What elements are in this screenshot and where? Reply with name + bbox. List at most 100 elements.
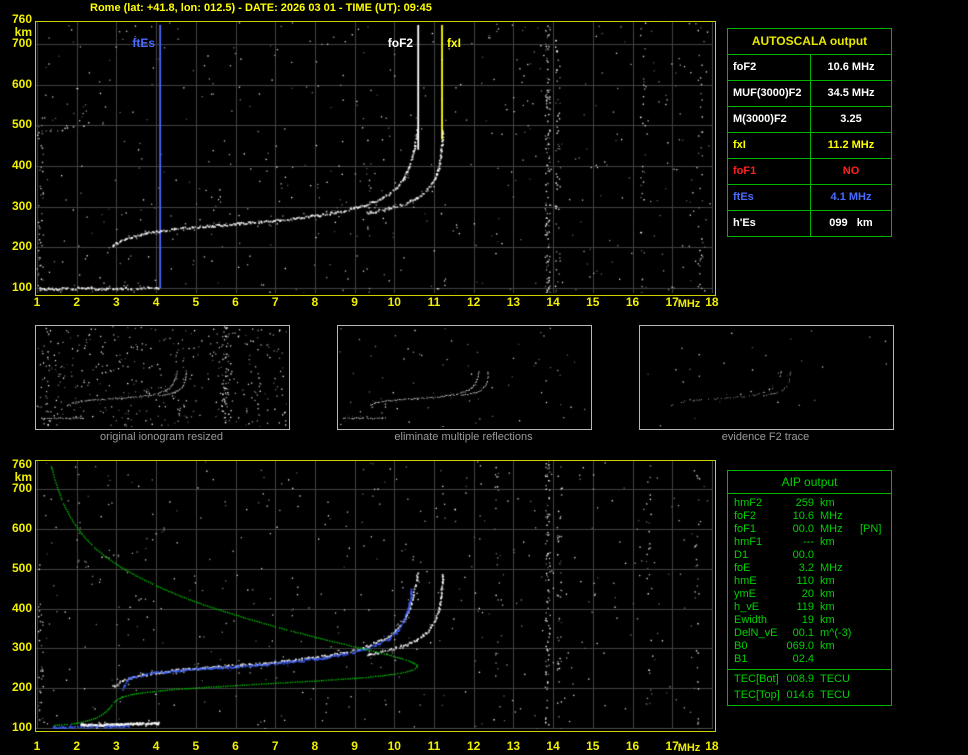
aip-row-B1: B1 02.4 [728,653,891,666]
autoscala-param-name: fxI [728,133,811,158]
x-tick-label-top: 18 [705,295,719,309]
aip-param-unit: TECU [820,673,850,685]
aip-param-note [860,562,891,575]
aip-param-name: TEC[Bot] [734,673,779,685]
autoscala-param-value: NO [842,165,860,177]
aip-param-unit: km [820,614,835,626]
aip-param-unit: km [820,640,835,652]
x-tick-label-bottom: 10 [387,739,401,753]
y-tick-label-top: 200 [11,239,32,254]
aip-param-name: hmF1 [734,536,763,548]
x-tick-label-bottom: 2 [73,739,81,753]
x-tick-label-top: 3 [113,295,120,309]
aip-param-unit: km [820,588,835,600]
thumbnail-original-ionogram [35,325,290,430]
aip-param-value: 20 [801,588,814,600]
ionogram-top-canvas [36,22,713,293]
autoscala-output-table: AUTOSCALA output foF2 10.6 MHz MUF(3000)F2… [727,28,892,237]
autoscala-param-name: M(3000)F2 [728,107,811,132]
x-tick-label-bottom: 12 [467,739,481,753]
aip-param-note [860,614,891,627]
y-tick-label-bottom: 400 [11,600,32,615]
aip-param-name: foF1 [734,523,757,535]
x-tick-label-top: 12 [467,295,481,309]
marker-label-foF2: foF2 [387,36,414,50]
ionogram-plot-top: ftEs foF2 fxI [35,21,716,296]
aip-param-unit: km [820,601,835,613]
autoscala-param-value: 099 km [829,217,873,229]
x-tick-label-bottom: 16 [625,739,640,753]
aip-output-table: AIP output hmF2 259 km foF2 10.6 MHz foF1 00.0 M… [727,470,892,706]
y-tick-label-bottom: 500 [11,560,32,575]
x-tick-label-top: 14 [546,295,560,309]
aip-row-h_vE: h_vE 119 km [728,601,891,614]
x-tick-label-top: 16 [625,295,640,309]
aip-param-value: 008.9 [786,673,814,685]
y-tick-label-top: 100 [11,280,32,294]
aip-param-name: DelN_vE [734,627,778,639]
aip-param-unit: m^(-3) [820,627,852,639]
y-tick-label-top: 600 [11,76,32,91]
autoscala-row-foF2: foF2 10.6 MHz [728,55,891,81]
aip-param-value: 19 [801,614,814,626]
thumbnail-cleaned-canvas [338,326,589,427]
aip-param-unit: MHz [820,510,843,522]
y-tick-label-top: 300 [11,198,32,213]
x-tick-label-bottom: 7 [271,739,279,753]
aip-row-foF1: foF1 00.0 MHz [PN] [728,523,891,536]
aip-param-name: Ewidth [734,614,768,626]
x-tick-label-bottom: 8 [311,739,319,753]
x-tick-label-top: 9 [351,295,358,309]
aip-output-title: AIP output [728,471,891,494]
x-tick-label-top: 6 [232,295,239,309]
x-axis-unit-bottom: MHz [677,742,701,754]
station-date-header: Rome (lat: +41.8, lon: 012.5) - DATE: 20… [90,2,432,14]
aip-param-name: B0 [734,640,748,652]
marker-label-fxI: fxI [446,36,461,50]
aip-param-value: 119 [796,601,814,613]
aip-param-note [860,536,891,549]
aip-param-note: [PN] [860,523,882,535]
aip-param-name: h_vE [734,601,760,613]
autoscala-param-value: 11.2 MHz [827,139,875,151]
aip-param-note [860,575,891,588]
aip-param-note [860,601,891,614]
autoscala-window: Rome (lat: +41.8, lon: 012.5) - DATE: 20… [0,0,968,755]
aip-row-TEC[Bot]: TEC[Bot] 008.9 TECU [728,669,891,689]
aip-param-value: 259 [795,497,814,509]
thumbnail-f2-trace-evidence [639,325,894,430]
x-tick-label-top: 2 [73,295,81,309]
aip-param-value: 110 [796,575,814,587]
y-tick-label-bottom: 100 [11,720,32,734]
y-axis-unit-top: km [14,24,32,39]
autoscala-param-value: 4.1 MHz [830,191,872,203]
thumbnail-caption-f2: evidence F2 trace [721,431,810,443]
x-axis-unit-top: MHz [677,298,701,310]
x-tick-label-top: 10 [387,295,401,309]
aip-param-unit: MHz [820,523,843,535]
aip-row-foE: foE 3.2 MHz [728,562,891,575]
autoscala-param-value: 3.25 [840,113,862,125]
y-tick-label-bottom: 200 [11,680,32,695]
aip-param-unit: km [820,536,835,548]
autoscala-param-name: h'Es [728,211,811,236]
autoscala-row-MUF(3000)F2: MUF(3000)F2 34.5 MHz [728,81,891,107]
aip-param-note [860,673,891,689]
aip-param-value: 00.0 [792,523,814,535]
aip-row-ymE: ymE 20 km [728,588,891,601]
y-tick-label-bottom: 300 [11,640,32,655]
thumbnail-original-canvas [36,326,287,427]
marker-label-ftEs: ftEs [132,36,156,50]
aip-param-note [860,497,891,510]
aip-param-note [860,653,891,666]
x-tick-label-bottom: 14 [546,739,560,753]
x-tick-label-bottom: 5 [192,739,200,753]
x-tick-label-top: 13 [506,295,521,309]
x-tick-label-top: 4 [152,295,160,309]
aip-param-note [860,627,891,640]
aip-param-value: 02.4 [792,653,814,665]
aip-param-value: 014.6 [786,689,814,701]
x-tick-label-top: 7 [271,295,279,309]
aip-row-hmF2: hmF2 259 km [728,497,891,510]
aip-row-hmE: hmE 110 km [728,575,891,588]
